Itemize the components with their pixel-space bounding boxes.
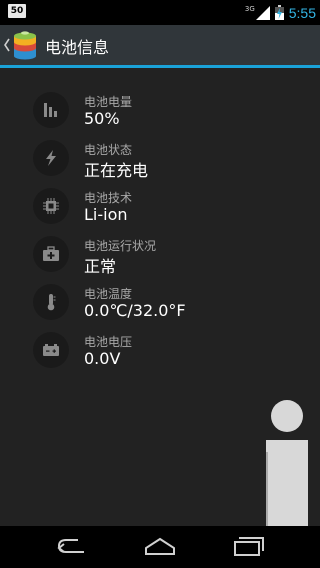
home-button[interactable]	[142, 534, 178, 560]
list-item-technology: 电池技术 Li-ion	[0, 186, 320, 234]
back-chevron-icon[interactable]	[3, 37, 11, 53]
item-value: 正常	[84, 257, 117, 276]
app-battery-icon[interactable]	[12, 30, 38, 60]
battery-voltage-icon	[33, 332, 69, 368]
item-value: 0.0V	[84, 349, 121, 368]
navigation-bar	[0, 526, 320, 568]
list-item-voltage: 电池电压 0.0V	[0, 330, 320, 378]
item-label: 电池电量	[84, 95, 133, 109]
item-value: 50%	[84, 109, 120, 128]
info-watermark-icon	[264, 400, 308, 528]
back-button[interactable]	[54, 534, 90, 560]
battery-charging-icon	[274, 5, 284, 20]
item-value: 正在充电	[84, 161, 149, 180]
status-icons: 3G 5:55	[245, 0, 316, 25]
item-label: 电池运行状况	[84, 239, 157, 253]
chip-icon	[33, 188, 69, 224]
action-bar: 电池信息	[0, 25, 320, 68]
notification-badge: 50	[8, 4, 26, 18]
list-item-health: 电池运行状况 正常	[0, 234, 320, 282]
item-label: 电池电压	[84, 335, 133, 349]
list-item-temperature: 电池温度 0.0℃/32.0°F	[0, 282, 320, 330]
battery-level-bars-icon	[33, 92, 69, 128]
recent-apps-button[interactable]	[230, 534, 266, 560]
list-item-status: 电池状态 正在充电	[0, 138, 320, 186]
item-label: 电池状态	[84, 143, 133, 157]
status-bar: 50 3G 5:55	[0, 0, 320, 25]
first-aid-kit-icon	[33, 236, 69, 272]
item-label: 电池温度	[84, 287, 133, 301]
signal-icon	[255, 5, 270, 20]
item-value: 0.0℃/32.0°F	[84, 301, 186, 320]
clock: 5:55	[288, 4, 316, 21]
list-item-level: 电池电量 50%	[0, 90, 320, 138]
lightning-bolt-icon	[33, 140, 69, 176]
thermometer-icon	[33, 284, 69, 320]
network-type: 3G	[244, 4, 255, 13]
page-title: 电池信息	[45, 38, 110, 57]
item-value: Li-ion	[84, 205, 128, 224]
item-label: 电池技术	[84, 191, 133, 205]
